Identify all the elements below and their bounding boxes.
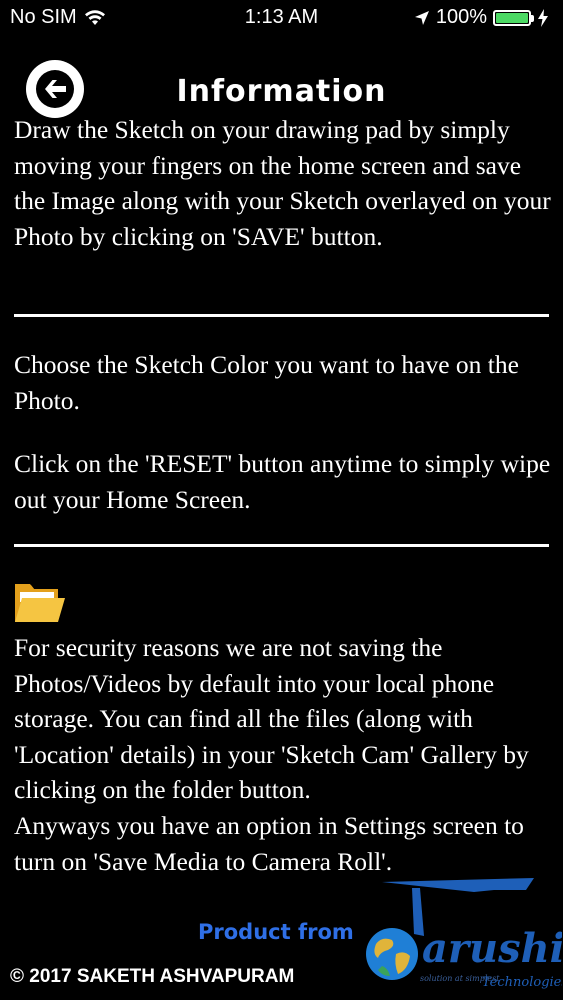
status-bar: No SIM 1:13 AM 100% [0,0,563,36]
divider [14,544,549,547]
page-title: Information [176,74,387,109]
battery-percent: 100% [435,6,487,28]
charging-bolt-icon [538,8,548,27]
info-paragraph-reset: Click on the 'RESET' button anytime to s… [14,449,551,514]
info-paragraph-color: Choose the Sketch Color you want to have… [14,350,519,415]
battery-icon [493,9,534,26]
status-right: 100% [414,6,549,29]
copyright-label: © 2017 SAKETH ASHVAPURAM [10,966,295,987]
logo-text: arushi [422,925,562,972]
info-paragraph-save: Draw the Sketch on your drawing pad by s… [14,115,551,251]
product-from-label: Product from [198,920,354,944]
info-paragraph-security: For security reasons we are not saving t… [14,633,529,804]
logo-tagline: solution at simplest [420,974,500,983]
folder-icon [15,584,65,622]
darushi-logo: arushi Technologies solution at simplest [366,878,562,990]
info-paragraph-settings: Anyways you have an option in Settings s… [14,811,524,876]
divider [14,314,549,317]
location-arrow-icon [414,10,429,25]
